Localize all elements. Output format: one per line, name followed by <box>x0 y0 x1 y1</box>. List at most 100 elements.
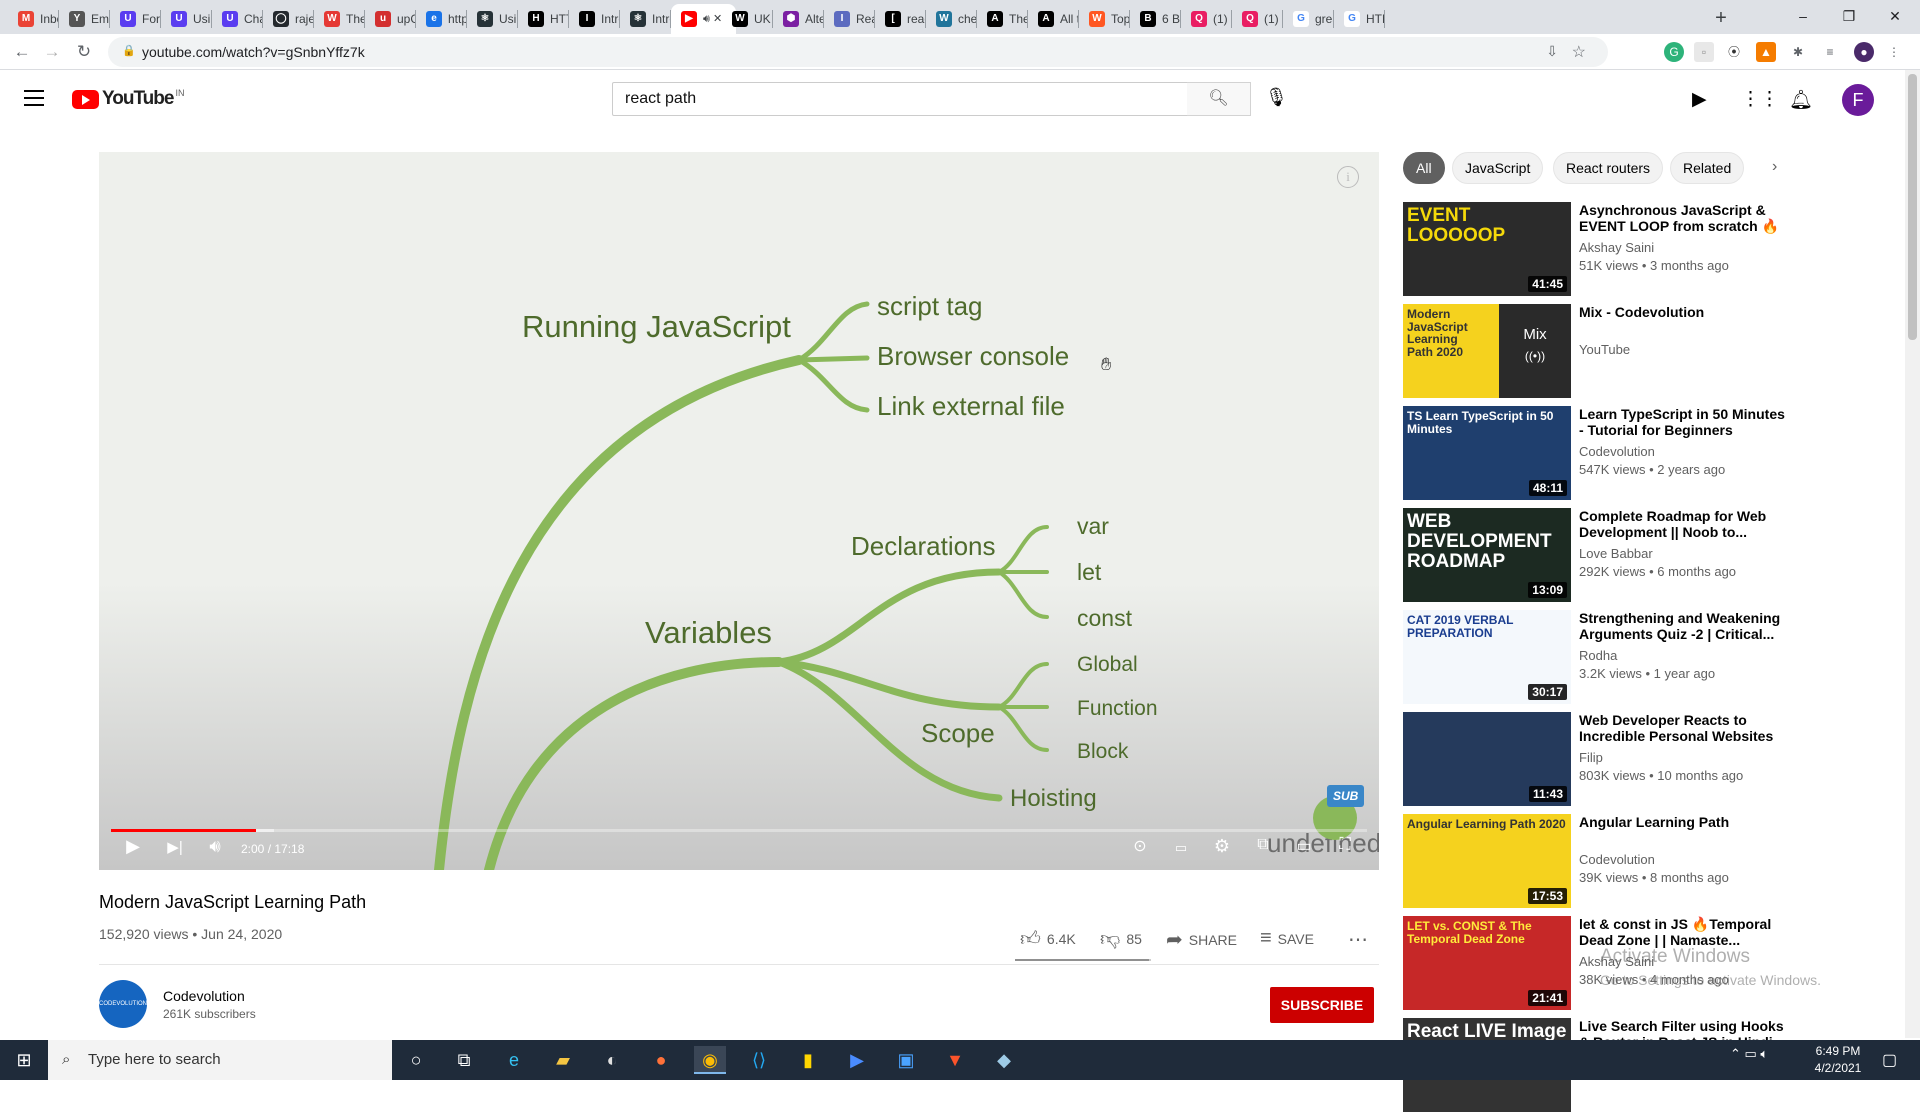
subscribe-button[interactable]: SUBSCRIBE <box>1270 987 1374 1023</box>
youtube-logo[interactable]: YouTube IN <box>72 88 184 110</box>
browser-tab[interactable]: e http <box>416 4 467 34</box>
video-player[interactable]: Running JavaScript script tag Browser co… <box>99 152 1379 870</box>
channel-avatar[interactable]: CODEVOLUTION <box>99 980 147 1028</box>
chip-react-routers[interactable]: React routers <box>1553 152 1664 184</box>
calendar-app-icon[interactable]: ▣ <box>890 1046 922 1074</box>
recommendation-title[interactable]: Mix - Codevolution <box>1579 304 1791 320</box>
notification-center-icon[interactable]: ▢ <box>1882 1050 1897 1070</box>
browser-tab[interactable]: U Usin <box>161 4 212 34</box>
browser-tab[interactable]: B 6 Be <box>1130 4 1181 34</box>
sticky-notes-icon[interactable]: ▮ <box>792 1046 824 1074</box>
edge-browser-icon[interactable]: e <box>498 1046 530 1074</box>
minimize-button[interactable]: – <box>1780 0 1826 32</box>
recommendation-item[interactable]: TS Learn TypeScript in 50 Minutes 48:11 Le… <box>1403 406 1803 500</box>
menu-icon[interactable] <box>24 90 44 106</box>
browser-tab[interactable]: u upG <box>365 4 416 34</box>
browser-tab[interactable]: Q (1) I <box>1181 4 1232 34</box>
browser-tab[interactable]: W UK <box>722 4 773 34</box>
create-video-icon[interactable]: ▶︎ <box>1692 88 1707 111</box>
chip-javascript[interactable]: JavaScript <box>1452 152 1544 184</box>
apps-grid-icon[interactable]: ⋮⋮ <box>1741 88 1779 111</box>
video-thumbnail[interactable]: TS Learn TypeScript in 50 Minutes 48:11 <box>1403 406 1571 500</box>
browser-tab[interactable]: [reac <box>875 4 926 34</box>
miniplayer-icon[interactable]: ⧉ <box>1248 836 1278 854</box>
brave-browser-icon[interactable]: ▼ <box>939 1046 971 1074</box>
zoom-icon[interactable]: ▶ <box>841 1046 873 1074</box>
dislike-button[interactable]: 👎︎ 85 <box>1100 927 1142 951</box>
recommendation-item[interactable]: CAT 2019 VERBAL PREPARATION 30:17 Strength… <box>1403 610 1803 704</box>
fullscreen-icon[interactable]: ⛶ <box>1330 836 1360 854</box>
maximize-button[interactable]: ❐ <box>1826 0 1872 32</box>
video-thumbnail[interactable]: CAT 2019 VERBAL PREPARATION 30:17 <box>1403 610 1571 704</box>
search-input[interactable] <box>612 82 1188 116</box>
system-tray-icons[interactable]: ⌃ ▭ 🔈︎ <box>1730 1046 1768 1062</box>
close-window-button[interactable]: ✕ <box>1872 0 1918 32</box>
grammarly-extension-icon[interactable]: G <box>1664 42 1684 62</box>
task-view-icon[interactable]: ⧉ <box>448 1046 480 1074</box>
volume-icon[interactable]: 🔊︎ <box>200 836 230 857</box>
bookmark-star-icon[interactable]: ☆ <box>1572 42 1586 62</box>
browser-tab[interactable]: M Inbo <box>8 4 59 34</box>
profile-avatar-icon[interactable]: ● <box>1854 42 1874 62</box>
address-bar[interactable]: 🔒 youtube.com/watch?v=gSnbnYffz7k ⇩ ☆ <box>108 37 1608 67</box>
puzzle-extensions-icon[interactable]: ✱ <box>1788 42 1808 62</box>
recommendation-channel[interactable]: YouTube <box>1579 342 1630 357</box>
like-button[interactable]: 👍︎ 6.4K <box>1020 927 1076 951</box>
video-thumbnail[interactable]: LET vs. CONST & The Temporal Dead Zone 21… <box>1403 916 1571 1010</box>
taskbar-search-box[interactable]: ⌕ Type here to search <box>48 1040 392 1080</box>
cortana-icon[interactable]: ○ <box>400 1046 432 1074</box>
recommendation-title[interactable]: Complete Roadmap for Web Development || … <box>1579 508 1791 540</box>
browser-tab[interactable]: U Cha <box>212 4 263 34</box>
settings-gear-icon[interactable]: ⚙︎ <box>1207 836 1237 857</box>
next-video-icon[interactable]: ▶︎| <box>160 838 190 856</box>
progress-bar[interactable] <box>111 829 1367 832</box>
app-icon[interactable]: ◆ <box>988 1046 1020 1074</box>
recommendation-item[interactable]: 11:43 Web Developer Reacts to Incredible … <box>1403 712 1803 806</box>
video-thumbnail[interactable]: WEB DEVELOPMENT ROADMAP 13:09 <box>1403 508 1571 602</box>
browser-tab[interactable]: ⬢ Alte <box>773 4 824 34</box>
back-arrow-icon[interactable]: ← <box>10 40 34 64</box>
info-icon[interactable]: i <box>1337 166 1359 188</box>
taskbar-clock[interactable]: 6:49 PM 4/2/2021 <box>1808 1043 1868 1077</box>
video-thumbnail[interactable]: 11:43 <box>1403 712 1571 806</box>
browser-tab[interactable]: W Top <box>1079 4 1130 34</box>
browser-tab[interactable]: A The <box>977 4 1028 34</box>
extension-icon[interactable]: ⦿ <box>1724 42 1744 62</box>
recommendation-channel[interactable]: Codevolution <box>1579 852 1655 867</box>
recommendation-title[interactable]: let & const in JS 🔥Temporal Dead Zone | … <box>1579 916 1791 948</box>
reload-icon[interactable]: ↻ <box>72 40 96 64</box>
recommendation-title[interactable]: Angular Learning Path <box>1579 814 1791 830</box>
account-avatar[interactable]: F <box>1842 84 1874 116</box>
video-thumbnail[interactable]: Modern JavaScript Learning Path 2020 Mix (… <box>1403 304 1571 398</box>
recommendation-channel[interactable]: Filip <box>1579 750 1603 765</box>
chevron-right-icon[interactable]: › <box>1772 158 1777 176</box>
new-tab-button[interactable]: + <box>1707 5 1735 31</box>
recommendation-item[interactable]: WEB DEVELOPMENT ROADMAP 13:09 Complete Roa… <box>1403 508 1803 602</box>
browser-tab[interactable]: Ggrea <box>1283 4 1334 34</box>
subscribe-watermark[interactable]: SUB <box>1327 785 1365 807</box>
scrollbar-thumb[interactable] <box>1908 74 1917 340</box>
firefox-icon[interactable]: ● <box>645 1046 677 1074</box>
browser-tab[interactable]: ⚛ Usin <box>467 4 518 34</box>
notifications-bell-icon[interactable]: 🔔︎ <box>1789 88 1813 112</box>
forward-arrow-icon[interactable]: → <box>40 40 64 64</box>
browser-menu-icon[interactable]: ⋮ <box>1884 42 1904 62</box>
windows-start-icon[interactable]: ⊞ <box>0 1040 48 1080</box>
browser-tab[interactable]: H HTT <box>518 4 569 34</box>
browser-tab[interactable]: ◯ rajes <box>263 4 314 34</box>
more-actions-icon[interactable]: ⋯ <box>1348 927 1368 952</box>
save-button[interactable]: ≡ SAVE <box>1260 927 1314 950</box>
page-scrollbar[interactable] <box>1905 70 1920 1038</box>
captions-icon[interactable]: ▭ <box>1166 840 1196 856</box>
recommendation-channel[interactable]: Rodha <box>1579 648 1617 663</box>
browser-tab[interactable]: W The <box>314 4 365 34</box>
vscode-icon[interactable]: ⟨⟩ <box>743 1046 775 1074</box>
reading-list-icon[interactable]: ≡ <box>1820 42 1840 62</box>
browser-tab[interactable]: I Intro <box>569 4 620 34</box>
channel-name[interactable]: Codevolution <box>163 988 245 1004</box>
tab-audio-close-icon[interactable]: 🔊︎ ✕ <box>703 12 722 26</box>
recommendation-item[interactable]: EVENT LOOOOOP 41:45 Asynchronous JavaScrip… <box>1403 202 1803 296</box>
browser-tab[interactable]: Wche <box>926 4 977 34</box>
share-button[interactable]: ➦ SHARE <box>1166 927 1237 952</box>
install-app-icon[interactable]: ⇩ <box>1546 43 1558 60</box>
